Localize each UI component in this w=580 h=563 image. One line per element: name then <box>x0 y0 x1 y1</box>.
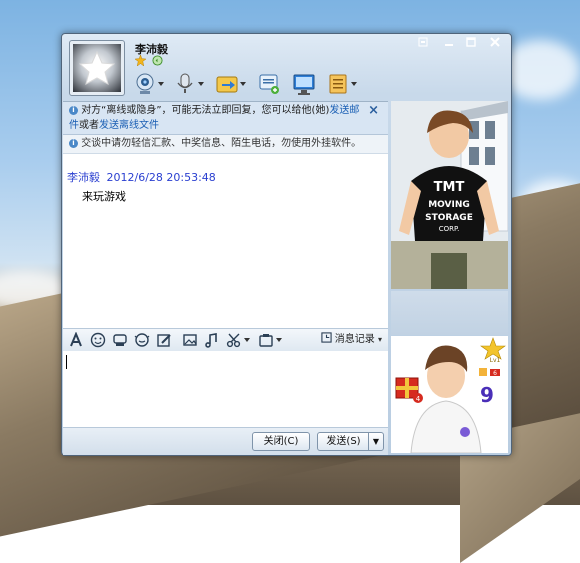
more-tools-dropdown-icon[interactable] <box>276 338 282 342</box>
chat-panel: i 对方“离线或隐身”，可能无法立即回复，您可以给他(她)发送邮件或者发送离线文… <box>63 101 388 455</box>
voice-call-dropdown-icon[interactable] <box>198 82 204 86</box>
info-icon: i <box>69 105 78 115</box>
svg-text:6: 6 <box>493 370 497 377</box>
screenshot-icon[interactable] <box>226 332 242 348</box>
contact-qqshow-panel[interactable]: TMT MOVING STORAGE CORP. <box>391 101 508 289</box>
magic-emoticon-icon[interactable] <box>112 332 128 348</box>
create-group-chat-button[interactable] <box>258 72 280 98</box>
tshirt-line-1: TMT <box>434 180 465 195</box>
my-qqshow-image: 4 Lv1 6 9 <box>391 336 508 453</box>
or-text: 或者 <box>79 120 99 131</box>
bottom-button-bar: 关闭(C) 发送(S) ▼ <box>63 427 388 455</box>
minimize-to-tray-button[interactable] <box>414 36 432 50</box>
message-history-label: 消息记录 <box>334 334 375 345</box>
application-button[interactable] <box>327 72 349 98</box>
more-tools-icon[interactable] <box>258 332 274 348</box>
message-sender: 李沛毅 <box>67 171 100 184</box>
message-time: 2012/6/28 20:53:48 <box>106 171 216 184</box>
history-icon <box>320 332 335 345</box>
qq-chat-window: 李沛毅 i 对方“离线或隐身”，可能无法立即回复，您可以给他(她)发送邮件或者发… <box>61 33 512 456</box>
online-status-icon <box>152 55 163 69</box>
offline-notice-text: 对方“离线或隐身”，可能无法立即回复，您可以给他(她) <box>81 105 330 116</box>
message-header: 李沛毅 2012/6/28 20:53:48 <box>67 169 216 185</box>
message-text: 来玩游戏 <box>82 190 126 203</box>
history-dropdown-icon[interactable]: ▾ <box>378 335 382 344</box>
close-chat-button[interactable]: 关闭(C) <box>252 432 310 451</box>
offline-notice: i 对方“离线或隐身”，可能无法立即回复，您可以给他(她)发送邮件或者发送离线文… <box>63 102 388 135</box>
minimize-button[interactable] <box>440 36 458 50</box>
message-input[interactable] <box>63 351 388 427</box>
maximize-button[interactable] <box>462 36 480 50</box>
star-icon <box>134 54 147 69</box>
screenshot-dropdown-icon[interactable] <box>244 338 250 342</box>
doodle-icon[interactable] <box>156 332 172 348</box>
video-call-dropdown-icon[interactable] <box>158 82 164 86</box>
close-notice-icon[interactable]: × <box>368 103 379 118</box>
tshirt-line-4: CORP. <box>439 225 460 233</box>
input-toolbar: 消息记录 ▾ <box>63 328 388 352</box>
emoticon-icon[interactable] <box>90 332 106 348</box>
close-window-button[interactable] <box>486 36 504 50</box>
music-icon[interactable] <box>204 332 220 348</box>
svg-text:4: 4 <box>416 395 421 403</box>
contact-qqshow-image: TMT MOVING STORAGE CORP. <box>391 101 508 289</box>
safety-notice: i 交谈中请勿轻信汇款、中奖信息、陌生电话，勿使用外挂软件。 <box>63 135 388 154</box>
my-qqshow-panel[interactable]: 4 Lv1 6 9 <box>391 336 508 453</box>
shake-window-icon[interactable] <box>134 332 150 348</box>
voice-call-button[interactable] <box>175 72 195 98</box>
level-badge-text: Lv1 <box>490 357 501 364</box>
video-call-button[interactable] <box>134 72 156 98</box>
send-offline-file-link[interactable]: 发送离线文件 <box>99 120 159 131</box>
remote-desktop-button[interactable] <box>292 72 316 98</box>
application-dropdown-icon[interactable] <box>351 82 357 86</box>
tshirt-line-3: STORAGE <box>425 213 473 223</box>
send-file-button[interactable] <box>216 72 238 98</box>
chevron-down-icon: ▼ <box>372 437 380 446</box>
send-button[interactable]: 发送(S) <box>317 432 370 451</box>
send-file-dropdown-icon[interactable] <box>240 82 246 86</box>
contact-status-icons <box>134 54 163 69</box>
font-icon[interactable] <box>68 331 84 348</box>
text-caret <box>66 355 67 369</box>
tshirt-line-2: MOVING <box>428 200 470 210</box>
send-image-icon[interactable] <box>182 332 198 348</box>
info-icon: i <box>69 138 78 148</box>
send-options-dropdown[interactable]: ▼ <box>368 432 384 451</box>
contact-avatar[interactable] <box>69 40 125 96</box>
safety-notice-text: 交谈中请勿轻信汇款、中奖信息、陌生电话，勿使用外挂软件。 <box>81 138 362 149</box>
message-history-button[interactable]: 消息记录 ▾ <box>320 332 382 348</box>
vip-number-badge: 9 <box>480 383 494 407</box>
avatar-separator-panel <box>391 291 508 335</box>
